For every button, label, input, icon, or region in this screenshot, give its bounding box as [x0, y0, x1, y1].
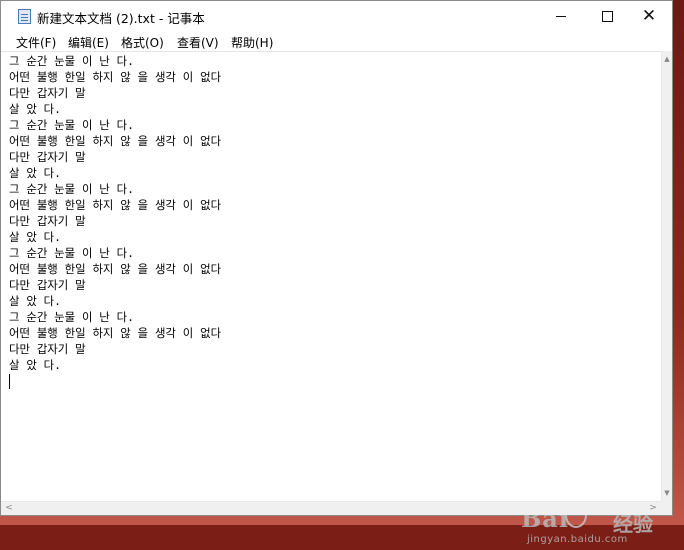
vertical-scrollbar[interactable]: ▲ ▼: [661, 51, 672, 501]
scrollbar-corner: [661, 501, 672, 515]
watermark-url: jingyan.baidu.com: [527, 534, 628, 545]
menu-format[interactable]: 格式(O): [121, 34, 164, 51]
maximize-button[interactable]: [584, 1, 630, 32]
minimize-icon: [556, 16, 566, 17]
menu-help[interactable]: 帮助(H): [231, 34, 273, 51]
scroll-left-icon[interactable]: <: [3, 502, 15, 515]
close-icon: ✕: [641, 6, 657, 26]
scroll-right-icon[interactable]: >: [647, 502, 659, 515]
text-caret: [9, 374, 10, 389]
window-title: 新建文本文档 (2).txt - 记事本: [37, 11, 205, 26]
close-button[interactable]: ✕: [626, 1, 672, 32]
maximize-icon: [601, 11, 613, 22]
notepad-icon[interactable]: [18, 9, 31, 24]
menu-edit[interactable]: 编辑(E): [68, 34, 109, 51]
horizontal-scrollbar[interactable]: < >: [1, 501, 661, 515]
text-editor[interactable]: 그 순간 눈물 이 난 다. 어떤 불행 한일 하지 않 을 생각 이 없다 다…: [1, 51, 661, 545]
menu-bar: 文件(F) 编辑(E) 格式(O) 查看(V) 帮助(H): [1, 32, 672, 51]
minimize-button[interactable]: [538, 1, 584, 32]
editor-text[interactable]: 그 순간 눈물 이 난 다. 어떤 불행 한일 하지 않 을 생각 이 없다 다…: [9, 53, 221, 373]
scroll-up-icon[interactable]: ▲: [662, 53, 672, 65]
scroll-down-icon[interactable]: ▼: [662, 487, 672, 499]
notepad-window: 新建文本文档 (2).txt - 记事本 ✕ 文件(F) 编辑(E) 格式(O)…: [0, 0, 673, 545]
title-bar[interactable]: 新建文本文档 (2).txt - 记事本 ✕: [1, 1, 672, 32]
menu-file[interactable]: 文件(F): [16, 34, 56, 51]
menu-view[interactable]: 查看(V): [177, 34, 219, 51]
